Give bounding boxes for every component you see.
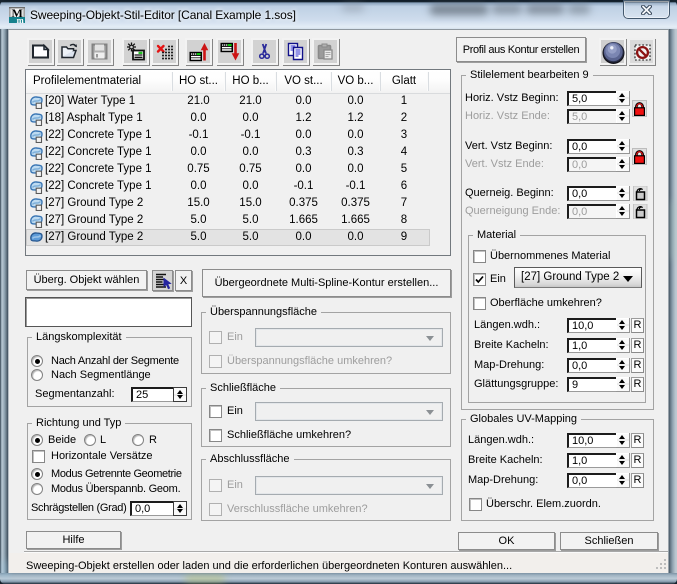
svg-text:m: m <box>17 15 24 23</box>
